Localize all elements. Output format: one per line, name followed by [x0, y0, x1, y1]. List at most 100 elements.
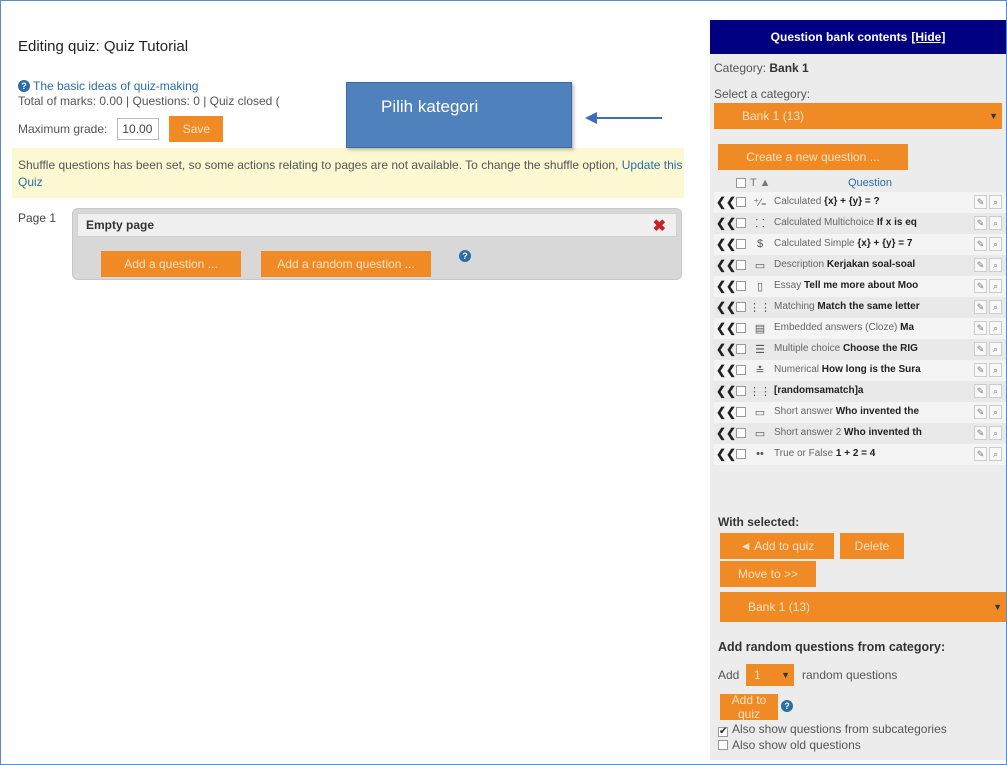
edit-icon[interactable]: ✎	[974, 216, 987, 230]
edit-icon[interactable]: ✎	[974, 363, 987, 377]
question-checkbox[interactable]	[736, 260, 746, 270]
question-checkbox[interactable]	[736, 323, 746, 333]
add-random-question-button[interactable]: Add a random question ...	[261, 251, 431, 277]
delete-button[interactable]: Delete	[840, 533, 904, 559]
add-to-quiz-icon[interactable]: ❮❮	[716, 237, 736, 251]
move-category-select[interactable]: Bank 1 (13) ▼	[720, 592, 1006, 622]
edit-icon[interactable]: ✎	[974, 300, 987, 314]
question-checkbox[interactable]	[736, 344, 746, 354]
question-column-header[interactable]: Question	[848, 177, 892, 189]
preview-icon[interactable]: ⌕	[989, 279, 1002, 293]
question-checkbox[interactable]	[736, 386, 746, 396]
add-to-quiz-icon[interactable]: ❮❮	[716, 426, 736, 440]
add-random-to-quiz-button[interactable]: Add to quiz	[720, 693, 778, 721]
question-checkbox[interactable]	[736, 449, 746, 459]
add-question-button[interactable]: Add a question ...	[101, 251, 241, 277]
question-text: [randomsamatch]a	[774, 385, 864, 396]
delete-page-icon[interactable]: ✖	[653, 216, 666, 236]
question-checkbox[interactable]	[736, 407, 746, 417]
preview-icon[interactable]: ⌕	[989, 447, 1002, 461]
help-link-text[interactable]: The basic ideas of quiz-making	[33, 79, 198, 93]
add-to-quiz-icon[interactable]: ❮❮	[716, 279, 736, 293]
preview-icon[interactable]: ⌕	[989, 258, 1002, 272]
help-icon[interactable]: ?	[459, 250, 471, 262]
edit-icon[interactable]: ✎	[974, 405, 987, 419]
add-to-quiz-button[interactable]: ◄ Add to quiz	[720, 533, 834, 559]
question-row: ❮❮ ▯ Essay Tell me more about Moo ✎ ⌕	[714, 276, 1006, 297]
edit-icon[interactable]: ✎	[974, 321, 987, 335]
preview-icon[interactable]: ⌕	[989, 321, 1002, 335]
question-checkbox[interactable]	[736, 281, 746, 291]
random-count-select[interactable]: 1 ▼	[746, 664, 794, 686]
edit-icon[interactable]: ✎	[974, 237, 987, 251]
select-category-label: Select a category:	[714, 87, 811, 101]
edit-icon[interactable]: ✎	[974, 258, 987, 272]
show-old-option[interactable]: Also show old questions	[718, 738, 861, 752]
edit-icon[interactable]: ✎	[974, 342, 987, 356]
question-text: Description Kerjakan soal-soal	[774, 259, 916, 270]
question-bank-panel: Category: Bank 1 Select a category: Bank…	[710, 54, 1006, 760]
edit-icon[interactable]: ✎	[974, 447, 987, 461]
max-grade-row: Maximum grade: Save	[18, 116, 224, 142]
add-to-quiz-icon[interactable]: ❮❮	[716, 363, 736, 377]
preview-icon[interactable]: ⌕	[989, 237, 1002, 251]
question-bank-title: Question bank contents	[770, 30, 908, 44]
edit-icon[interactable]: ✎	[974, 426, 987, 440]
add-to-quiz-icon[interactable]: ❮❮	[716, 195, 736, 209]
notice-text: Shuffle questions has been set, so some …	[18, 158, 619, 172]
question-checkbox[interactable]	[736, 428, 746, 438]
select-all-checkbox[interactable]	[736, 178, 746, 188]
edit-icon[interactable]: ✎	[974, 195, 987, 209]
callout-arrow-line	[596, 117, 662, 119]
question-checkbox[interactable]	[736, 218, 746, 228]
question-row: ❮❮ ▤ Embedded answers (Cloze) Ma ✎ ⌕	[714, 318, 1006, 339]
add-to-quiz-icon[interactable]: ❮❮	[716, 384, 736, 398]
quiz-help-link[interactable]: ? The basic ideas of quiz-making	[18, 79, 198, 93]
callout-box: Pilih kategori	[346, 82, 572, 148]
question-row: ❮❮ ▭ Short answer 2 Who invented th ✎ ⌕	[714, 423, 1006, 444]
max-grade-input[interactable]	[117, 118, 160, 140]
question-row: ❮❮ •• True or False 1 + 2 = 4 ✎ ⌕	[714, 444, 1006, 465]
hide-link[interactable]: [Hide]	[911, 30, 945, 44]
category-select[interactable]: Bank 1 (13) ▼	[714, 103, 1002, 129]
add-to-quiz-icon[interactable]: ❮❮	[716, 405, 736, 419]
show-subcategories-label: Also show questions from subcategories	[732, 722, 947, 736]
question-checkbox[interactable]	[736, 197, 746, 207]
preview-icon[interactable]: ⌕	[989, 195, 1002, 209]
preview-icon[interactable]: ⌕	[989, 216, 1002, 230]
show-subcategories-checkbox[interactable]: ✔	[718, 727, 728, 737]
add-to-quiz-icon[interactable]: ❮❮	[716, 216, 736, 230]
edit-icon[interactable]: ✎	[974, 279, 987, 293]
type-column-header[interactable]: T ▲	[750, 177, 770, 189]
move-to-button[interactable]: Move to >>	[720, 561, 816, 587]
help-icon[interactable]: ?	[781, 700, 793, 712]
question-checkbox[interactable]	[736, 365, 746, 375]
create-question-button[interactable]: Create a new question ...	[718, 144, 908, 170]
preview-icon[interactable]: ⌕	[989, 342, 1002, 356]
question-row: ❮❮ ⋮⋮ [randomsamatch]a ✎ ⌕	[714, 381, 1006, 402]
callout-text: Pilih kategori	[381, 97, 479, 116]
preview-icon[interactable]: ⌕	[989, 363, 1002, 377]
preview-icon[interactable]: ⌕	[989, 405, 1002, 419]
with-selected-label: With selected:	[718, 515, 800, 529]
add-to-quiz-icon[interactable]: ❮❮	[716, 321, 736, 335]
save-button[interactable]: Save	[169, 116, 224, 142]
category-info: Category: Bank 1	[714, 61, 809, 75]
show-subcategories-option[interactable]: ✔ Also show questions from subcategories	[718, 722, 947, 737]
preview-icon[interactable]: ⌕	[989, 384, 1002, 398]
edit-icon[interactable]: ✎	[974, 384, 987, 398]
question-text: Essay Tell me more about Moo	[774, 280, 919, 291]
add-to-quiz-icon[interactable]: ❮❮	[716, 258, 736, 272]
show-old-checkbox[interactable]	[718, 740, 728, 750]
dropdown-caret-icon: ▼	[989, 111, 998, 121]
preview-icon[interactable]: ⌕	[989, 426, 1002, 440]
question-checkbox[interactable]	[736, 302, 746, 312]
preview-icon[interactable]: ⌕	[989, 300, 1002, 314]
question-checkbox[interactable]	[736, 239, 746, 249]
question-text: Calculated {x} + {y} = ?	[774, 196, 880, 207]
add-to-quiz-icon[interactable]: ❮❮	[716, 342, 736, 356]
question-row: ❮❮ $ Calculated Simple {x} + {y} = 7 ✎ ⌕	[714, 234, 1006, 255]
question-row: ❮❮ ☰ Multiple choice Choose the RIG ✎ ⌕	[714, 339, 1006, 360]
add-to-quiz-icon[interactable]: ❮❮	[716, 447, 736, 461]
add-to-quiz-icon[interactable]: ❮❮	[716, 300, 736, 314]
